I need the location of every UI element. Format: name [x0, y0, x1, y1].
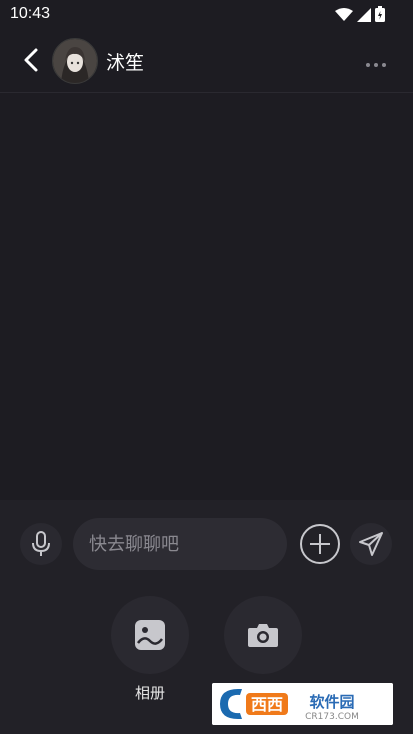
- back-button[interactable]: [18, 46, 46, 74]
- send-icon: [359, 532, 383, 556]
- more-actions-button[interactable]: [299, 523, 341, 565]
- chevron-left-icon: [24, 48, 38, 72]
- microphone-icon: [32, 531, 50, 556]
- message-list[interactable]: [0, 93, 413, 500]
- camera-button[interactable]: [224, 596, 302, 674]
- photo-icon: [135, 620, 165, 650]
- chat-header: 沭笙: [0, 28, 413, 93]
- more-options-button[interactable]: [365, 54, 387, 67]
- watermark-logo: 西西 软件园 CR173.COM: [212, 683, 393, 725]
- signal-icon: [357, 7, 371, 26]
- wifi-icon: [335, 7, 353, 26]
- contact-name: 沭笙: [106, 52, 145, 74]
- svg-text:西西: 西西: [251, 695, 283, 714]
- camera-icon: [248, 624, 278, 647]
- status-icons: [335, 6, 385, 26]
- message-input-container[interactable]: [73, 518, 287, 570]
- album-label: 相册: [134, 684, 165, 702]
- send-button[interactable]: [350, 523, 392, 565]
- battery-icon: [375, 6, 385, 26]
- svg-text:CR173.COM: CR173.COM: [305, 712, 359, 722]
- plus-circle-icon: [300, 524, 340, 564]
- status-bar: 10:43: [0, 0, 413, 28]
- voice-button[interactable]: [20, 523, 62, 565]
- status-time: 10:43: [10, 5, 51, 22]
- svg-text:软件园: 软件园: [309, 693, 354, 711]
- avatar[interactable]: [52, 38, 98, 84]
- message-input[interactable]: [87, 532, 271, 556]
- album-tool[interactable]: 相册: [111, 596, 189, 703]
- more-dots-icon: [366, 63, 386, 67]
- album-button[interactable]: [111, 596, 189, 674]
